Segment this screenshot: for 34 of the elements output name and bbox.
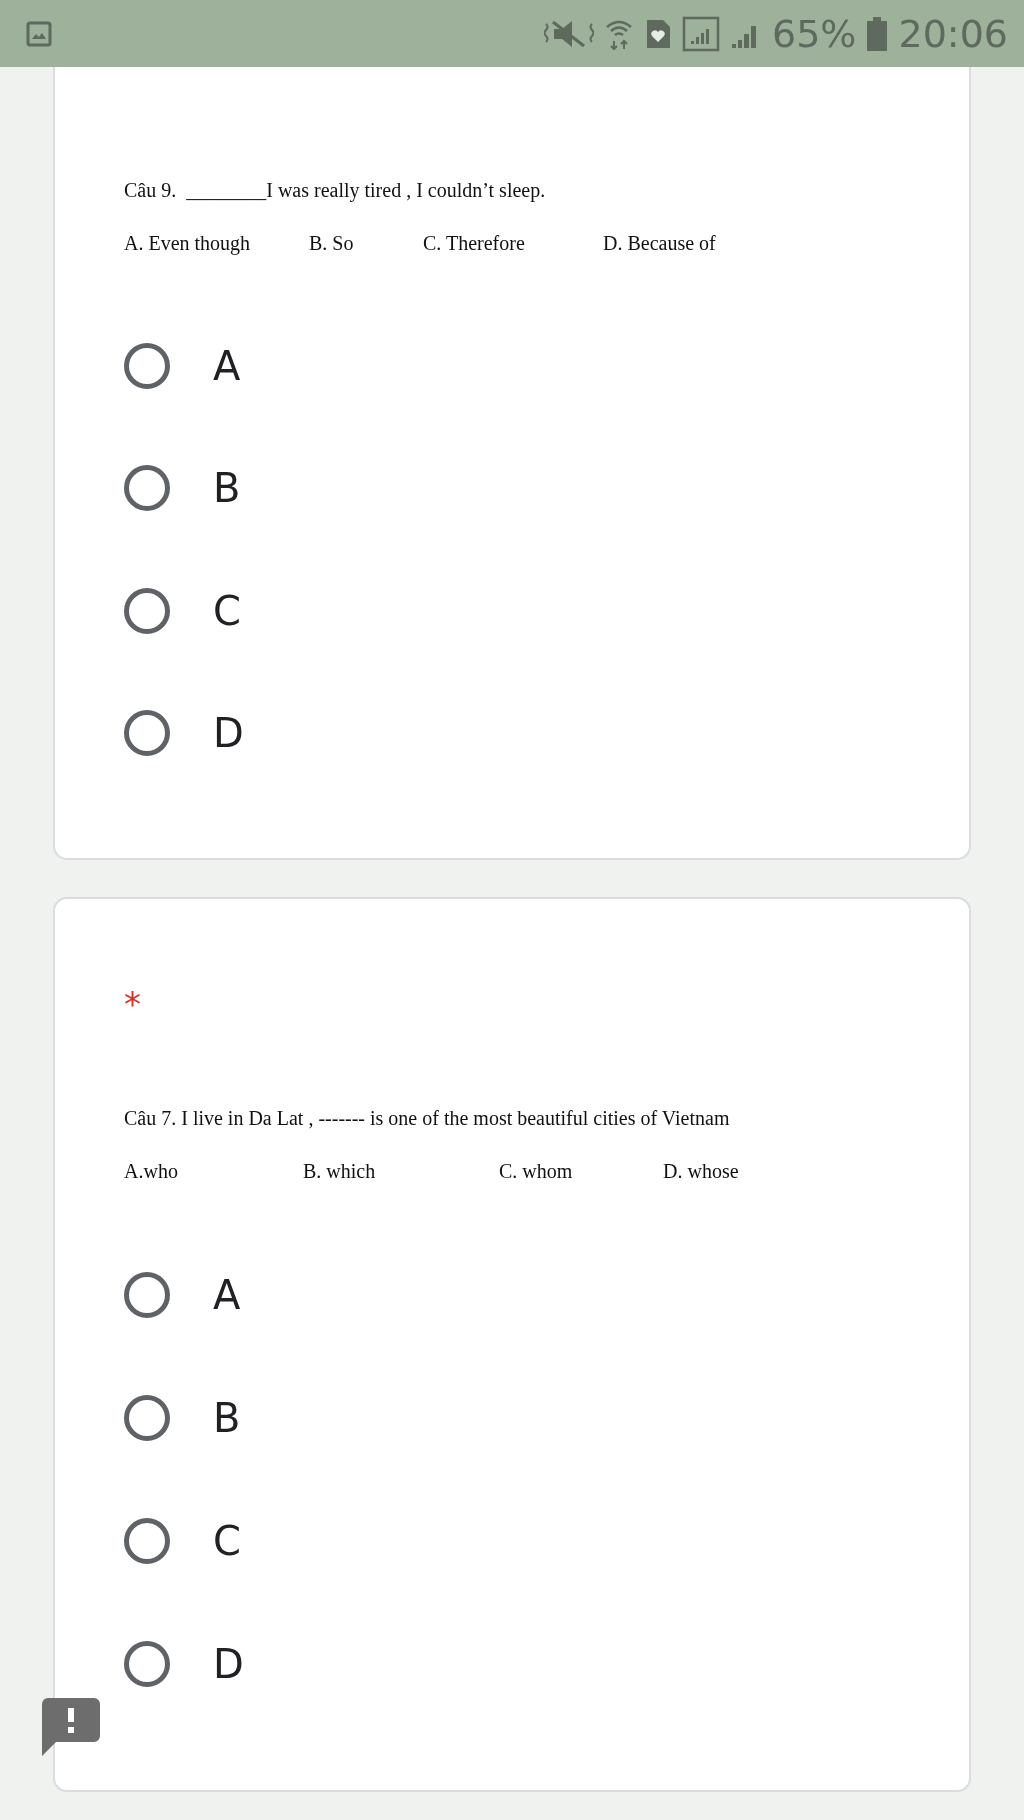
image-icon xyxy=(26,20,52,47)
choice-label[interactable]: C xyxy=(213,1518,241,1565)
choice-label[interactable]: A xyxy=(213,343,241,390)
answer-option-text: A.who xyxy=(124,1160,178,1183)
signal-icon xyxy=(682,15,720,52)
battery-icon xyxy=(866,15,889,52)
radio-button[interactable] xyxy=(124,1641,170,1688)
radio-button[interactable] xyxy=(124,1518,170,1565)
sim-card-icon xyxy=(644,17,672,50)
answer-option-text: A. Even though xyxy=(124,232,251,255)
radio-button[interactable] xyxy=(124,709,170,756)
choice-label[interactable]: C xyxy=(213,587,241,634)
question-text: Câu 7. I live in Da Lat , ------- is one of the most beautiful cities of Vietnam xyxy=(124,1107,731,1130)
radio-button[interactable] xyxy=(124,587,170,634)
choice-label[interactable]: A xyxy=(213,1271,241,1318)
answer-option-text: D. Because of xyxy=(603,232,716,255)
choice-label[interactable]: B xyxy=(213,1394,241,1441)
choice-label[interactable]: D xyxy=(213,1641,244,1688)
radio-button[interactable] xyxy=(124,465,170,512)
answer-option-text: B. So xyxy=(309,232,354,255)
feedback-icon[interactable] xyxy=(42,1698,100,1756)
answer-option-text: C. Therefore xyxy=(423,232,525,255)
answer-option-text: B. which xyxy=(303,1160,376,1183)
radio-button[interactable] xyxy=(124,343,170,390)
radio-button[interactable] xyxy=(124,1271,170,1318)
choice-label[interactable]: B xyxy=(213,465,241,512)
choice-label[interactable]: D xyxy=(213,709,244,756)
clock: 20:06 xyxy=(898,11,1008,56)
answer-option-text: D. whose xyxy=(663,1160,739,1183)
radio-button[interactable] xyxy=(124,1394,170,1441)
answer-option-text: C. whom xyxy=(499,1160,573,1183)
battery-percentage: 65% xyxy=(772,11,857,56)
question-text: Câu 9. ________I was really tired , I couldn’t sleep. xyxy=(124,179,547,202)
required-asterisk: * xyxy=(124,987,141,1021)
